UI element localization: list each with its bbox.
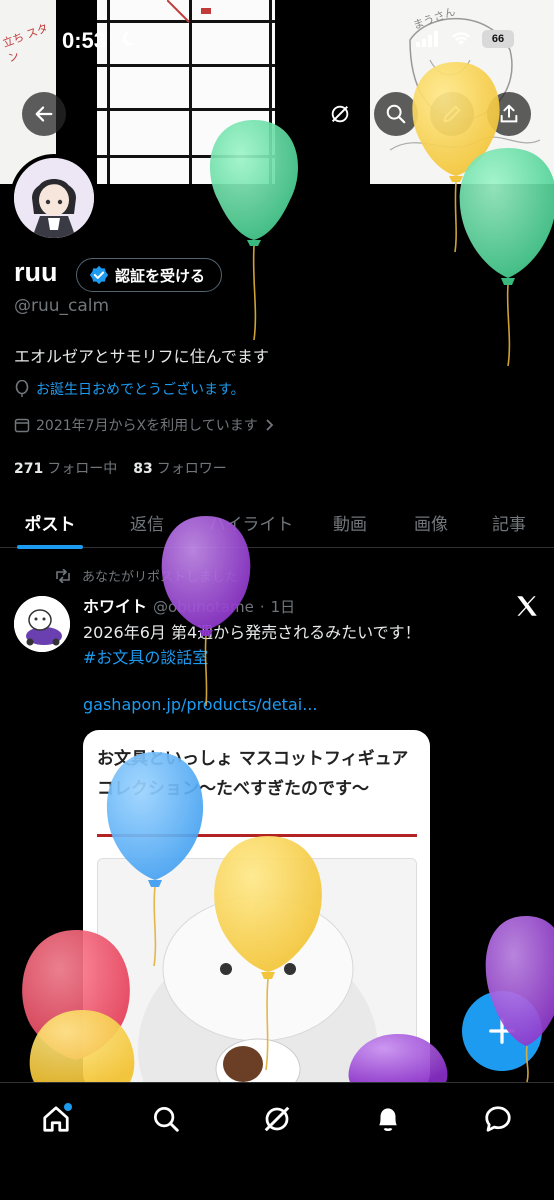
- arrow-left-icon: [35, 106, 53, 122]
- follow-stats: 271 フォロー中 83 フォロワー: [14, 458, 227, 478]
- birthday-row: お誕生日おめでとうございます。: [14, 379, 245, 399]
- card-product-image: [97, 858, 417, 1090]
- display-name: ruu: [14, 257, 58, 287]
- following-label: フォロー中: [47, 461, 118, 477]
- followers-label: フォロワー: [156, 461, 227, 477]
- post-author-handle[interactable]: @obunotame: [153, 598, 254, 616]
- profile-tabs: ポスト 返信 ハイライト 動画 画像 記事: [0, 496, 554, 549]
- moon-icon: [122, 31, 137, 46]
- search-icon: [386, 104, 406, 124]
- tab-articles[interactable]: 記事: [470, 496, 548, 548]
- tab-label: 返信: [130, 514, 164, 535]
- joined-text: 2021年7月からXを利用しています: [36, 418, 258, 434]
- nav-notifications[interactable]: [370, 1101, 406, 1137]
- post-link[interactable]: gashapon.jp/products/detai...: [83, 695, 317, 714]
- post-author-name[interactable]: ホワイト: [83, 593, 147, 617]
- share-icon: [500, 104, 518, 123]
- grok-icon: [331, 105, 349, 123]
- post-text-line: 2026年6月 第4週から発売されるみたいです！: [83, 623, 421, 642]
- nav-grok[interactable]: [259, 1101, 295, 1137]
- link-preview-card[interactable]: お文具といっしょ マスコットフィギュアコレクション〜たべすぎたのです〜: [83, 730, 430, 1090]
- notification-dot: [64, 1103, 72, 1111]
- repost-icon: [56, 568, 70, 583]
- get-verified-label: 認証を受ける: [115, 266, 206, 285]
- card-title: お文具といっしょ マスコットフィギュアコレクション〜たべすぎたのです〜: [97, 749, 409, 799]
- profile-avatar[interactable]: [10, 154, 98, 242]
- share-button[interactable]: [487, 92, 531, 136]
- pencil-icon: [443, 105, 461, 123]
- post-body: 2026年6月 第4週から発売されるみたいです！ #お文具の談話室: [83, 620, 523, 670]
- post-author-avatar[interactable]: [14, 596, 70, 652]
- tab-videos[interactable]: 動画: [308, 496, 392, 548]
- wifi-icon: [452, 32, 470, 45]
- bell-icon: [379, 1108, 397, 1132]
- chevron-right-icon: [266, 419, 273, 431]
- edit-button[interactable]: [430, 92, 474, 136]
- following-link[interactable]: 271 フォロー中: [14, 458, 117, 478]
- battery-indicator: 66: [482, 30, 514, 48]
- status-time: 0:53: [62, 28, 107, 53]
- post-separator: ·: [259, 598, 265, 616]
- tab-media[interactable]: 画像: [392, 496, 470, 548]
- x-logo-icon[interactable]: [514, 593, 540, 619]
- post-header: ホワイト @obunotame · 1日: [83, 593, 295, 617]
- nav-messages[interactable]: [480, 1101, 516, 1137]
- back-button[interactable]: [22, 92, 66, 136]
- following-count: 271: [14, 461, 44, 477]
- tab-label: ポスト: [24, 514, 76, 535]
- get-verified-button[interactable]: 認証を受ける: [76, 258, 223, 292]
- profile-bio: エオルゼアとサモリフに住んでます: [14, 347, 269, 366]
- verified-badge-icon: [89, 265, 109, 285]
- repost-label: あなたがリポストしました: [82, 570, 239, 585]
- tab-posts[interactable]: ポスト: [0, 496, 100, 549]
- bottom-nav: [0, 1082, 554, 1200]
- calendar-icon: [14, 418, 30, 433]
- search-icon: [154, 1107, 179, 1132]
- grok-button[interactable]: [318, 92, 362, 136]
- tab-label: ハイライト: [208, 514, 294, 535]
- post-time[interactable]: 1日: [271, 596, 296, 617]
- card-divider: [97, 834, 417, 837]
- nav-search[interactable]: [148, 1101, 184, 1137]
- chat-icon: [485, 1106, 511, 1132]
- followers-count: 83: [133, 461, 153, 477]
- tab-label: 動画: [333, 514, 367, 535]
- nav-home[interactable]: [38, 1101, 74, 1137]
- balloon-pin-icon: [15, 380, 29, 397]
- tab-replies[interactable]: 返信: [100, 496, 194, 548]
- status-icons: 66: [416, 30, 514, 48]
- search-button[interactable]: [374, 92, 418, 136]
- repost-indicator: あなたがリポストしました: [54, 566, 238, 585]
- joined-row[interactable]: 2021年7月からXを利用しています: [14, 415, 274, 435]
- signal-icon: [416, 31, 438, 47]
- post-hashtag[interactable]: #お文具の談話室: [83, 645, 523, 670]
- followers-link[interactable]: 83 フォロワー: [133, 458, 226, 478]
- banner-scribble: 立ち スタン: [0, 21, 50, 65]
- tab-label: 画像: [414, 514, 448, 535]
- birthday-text[interactable]: お誕生日おめでとうございます。: [36, 379, 245, 399]
- compose-button[interactable]: [462, 991, 542, 1071]
- plus-icon: [489, 1018, 515, 1044]
- profile-handle: @ruu_calm: [14, 296, 110, 316]
- tab-label: 記事: [492, 514, 526, 535]
- banner-grid-drawing: [97, 0, 275, 184]
- grok-icon: [264, 1106, 290, 1132]
- tab-highlights[interactable]: ハイライト: [194, 496, 308, 548]
